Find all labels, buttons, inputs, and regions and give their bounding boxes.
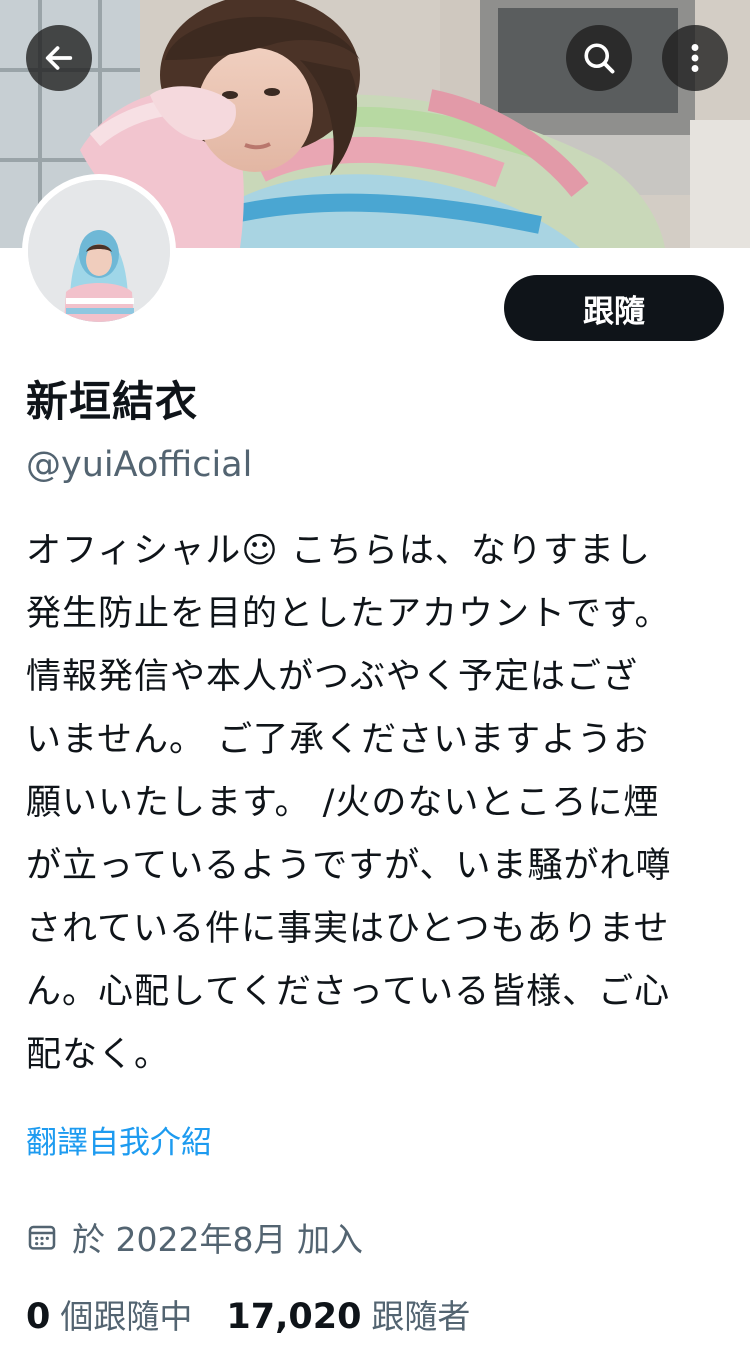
- avatar-image: [28, 180, 170, 322]
- bio-line: いません。 ご了承くださいますようお: [26, 720, 650, 760]
- bio-line: が立っているようですが、いま騒がれ噂: [26, 846, 672, 886]
- following-label: 個跟隨中: [60, 1297, 193, 1336]
- profile-avatar[interactable]: [22, 174, 176, 328]
- follow-button-label: 跟隨: [583, 293, 645, 330]
- search-icon: [584, 43, 615, 74]
- search-button[interactable]: [566, 25, 632, 91]
- translate-bio-link[interactable]: 翻譯自我介紹: [26, 1117, 212, 1162]
- joined-date: 於 2022年8月 加入: [26, 1213, 363, 1261]
- bio-line: オフィシャル☺ こちらは、なりすまし: [26, 531, 651, 571]
- followers-link[interactable]: 17,020 跟隨者: [226, 1290, 470, 1338]
- bio-line: ん。心配してくださっている皆様、ご心: [26, 972, 671, 1012]
- followers-label: 跟隨者: [371, 1297, 471, 1336]
- following-link[interactable]: 0 個跟隨中: [26, 1290, 192, 1338]
- display-name: 新垣結衣: [26, 377, 199, 426]
- following-count: 0: [26, 1297, 51, 1337]
- user-handle: @yuiAofficial: [26, 445, 253, 485]
- calendar-icon: [28, 1225, 56, 1250]
- bio-line: されている件に事実はひとつもありませ: [26, 909, 670, 949]
- bio-line: 情報発信や本人がつぶやく予定はござ: [26, 657, 639, 697]
- followers-count: 17,020: [226, 1297, 362, 1337]
- arrow-left-icon: [45, 46, 73, 70]
- follow-stats: 0 個跟隨中 17,020 跟隨者: [26, 1290, 470, 1338]
- back-button[interactable]: [26, 25, 92, 91]
- follow-button[interactable]: 跟隨: [504, 275, 724, 341]
- bio-line: 配なく。: [26, 1035, 171, 1075]
- profile-bio: オフィシャル☺ こちらは、なりすまし 発生防止を目的としたアカウントです。 情報…: [26, 520, 726, 1087]
- bio-line: 願いいたします。 /火のないところに煙: [26, 783, 660, 823]
- bio-line: 発生防止を目的としたアカウントです。: [26, 594, 671, 634]
- joined-text: 於 2022年8月 加入: [72, 1220, 363, 1259]
- more-vertical-icon: [691, 44, 699, 72]
- more-button[interactable]: [662, 25, 728, 91]
